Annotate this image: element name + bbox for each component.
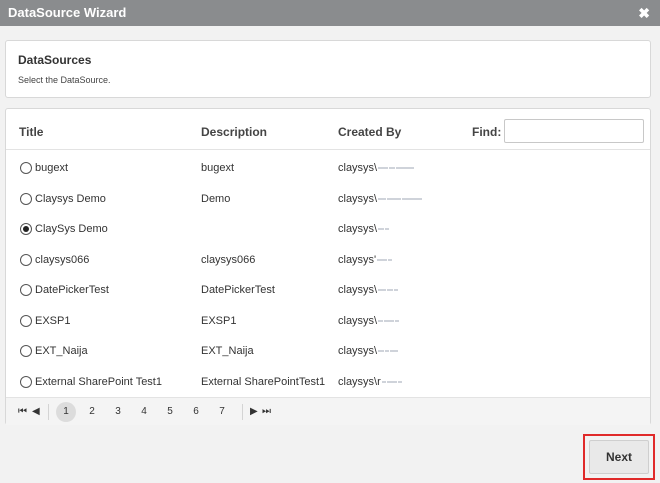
row-description: EXSP1 — [201, 314, 237, 327]
row-created-by: claysys\ — [338, 275, 399, 305]
table-row[interactable]: bugext bugext claysys\ — [6, 153, 650, 183]
row-description: claysys066 — [201, 253, 256, 266]
row-radio[interactable] — [20, 253, 32, 266]
row-created-by: claysys\ — [338, 184, 423, 214]
redaction-smear — [378, 167, 389, 170]
redaction-smear — [394, 289, 399, 292]
row-created-by-text: claysys\ — [338, 345, 378, 357]
page-number-button[interactable]: 4 — [134, 402, 154, 422]
page-number-button[interactable]: 3 — [108, 402, 128, 422]
section-subtitle: Select the DataSource. — [18, 75, 111, 85]
pager-divider — [48, 404, 49, 420]
row-created-by-text: claysys\ — [338, 223, 378, 235]
close-icon[interactable]: ✖ — [638, 0, 650, 26]
redaction-smear — [381, 380, 386, 383]
row-title: DatePickerTest — [35, 284, 109, 296]
row-title: bugext — [35, 162, 69, 174]
redaction-smear — [395, 319, 400, 322]
redaction-smear — [390, 350, 399, 353]
row-title: claysys066 — [35, 253, 90, 266]
row-radio[interactable] — [20, 345, 32, 357]
row-radio[interactable] — [20, 223, 32, 235]
column-header-title[interactable]: Title — [19, 125, 43, 139]
next-button[interactable]: Next — [589, 440, 649, 474]
row-created-by-text: claysys\ — [338, 162, 378, 174]
redaction-smear — [387, 197, 402, 200]
column-header-description[interactable]: Description — [201, 125, 267, 139]
datasource-grid: Title Description Created By Find: bugex… — [5, 108, 651, 425]
redaction-smear — [386, 380, 397, 383]
row-created-by: claysys\ — [338, 153, 415, 183]
row-radio[interactable] — [20, 192, 32, 205]
redaction-smear — [396, 167, 415, 170]
row-description: bugext — [201, 162, 235, 174]
row-created-by-text: claysys\ — [338, 192, 378, 205]
next-page-icon[interactable]: ▶ — [250, 398, 258, 426]
table-row[interactable]: EXSP1 EXSP1 claysys\ — [6, 306, 650, 336]
row-radio[interactable] — [20, 375, 32, 388]
row-created-by: claysys\ — [338, 214, 390, 244]
row-created-by: claysys\ — [338, 336, 399, 366]
row-description: External SharePointTest1 — [201, 375, 326, 388]
header-divider — [6, 149, 650, 150]
header-panel: DataSources Select the DataSource. — [5, 40, 651, 98]
row-created-by-text: claysys' — [338, 253, 377, 266]
row-created-by: claysys\r — [338, 367, 402, 397]
redaction-smear — [402, 197, 423, 200]
redaction-smear — [385, 228, 390, 231]
next-highlight: Next — [583, 434, 655, 480]
row-radio[interactable] — [20, 314, 32, 327]
redaction-smear — [378, 319, 384, 322]
row-created-by: claysys\ — [338, 306, 400, 336]
page-number-button[interactable]: 2 — [82, 402, 102, 422]
table-row[interactable]: DatePickerTest DatePickerTest claysys\ — [6, 275, 650, 305]
pager: ⏮ ◀ 1234567 ▶ ⏭ — [6, 397, 650, 425]
column-header-created-by[interactable]: Created By — [338, 125, 401, 139]
row-title: External SharePoint Test1 — [35, 375, 162, 388]
find-label: Find: — [472, 125, 502, 139]
dialog-titlebar: DataSource Wizard ✖ — [0, 0, 660, 26]
pager-divider — [242, 404, 243, 420]
row-title: EXSP1 — [35, 314, 71, 327]
prev-page-icon[interactable]: ◀ — [32, 398, 40, 426]
row-radio[interactable] — [20, 162, 32, 174]
row-title: Claysys Demo — [35, 192, 106, 205]
row-radio[interactable] — [20, 284, 32, 296]
redaction-smear — [389, 167, 396, 170]
table-row[interactable]: claysys066 claysys066 claysys' — [6, 245, 650, 275]
redaction-smear — [377, 258, 388, 261]
redaction-smear — [384, 319, 395, 322]
redaction-smear — [378, 228, 385, 231]
row-description: EXT_Naija — [201, 345, 254, 357]
row-created-by-text: claysys\ — [338, 314, 378, 327]
first-page-icon[interactable]: ⏮ — [18, 398, 27, 426]
row-description: DatePickerTest — [201, 284, 275, 296]
redaction-smear — [397, 380, 402, 383]
page-number-button[interactable]: 1 — [56, 402, 76, 422]
row-created-by-text: claysys\ — [338, 284, 378, 296]
find-input[interactable] — [504, 119, 644, 143]
row-created-by: claysys' — [338, 245, 393, 275]
table-row[interactable]: EXT_Naija EXT_Naija claysys\ — [6, 336, 650, 366]
table-row[interactable]: External SharePoint Test1 External ShareP… — [6, 367, 650, 397]
redaction-smear — [385, 350, 390, 353]
redaction-smear — [387, 289, 394, 292]
last-page-icon[interactable]: ⏭ — [262, 398, 271, 426]
redaction-smear — [378, 350, 385, 353]
row-title: ClaySys Demo — [35, 223, 108, 235]
section-title: DataSources — [18, 53, 92, 67]
table-row[interactable]: ClaySys Demo claysys\ — [6, 214, 650, 244]
row-description: Demo — [201, 192, 231, 205]
dialog-title: DataSource Wizard — [8, 5, 127, 20]
row-created-by-text: claysys\r — [338, 375, 381, 388]
row-title: EXT_Naija — [35, 345, 88, 357]
page-number-button[interactable]: 5 — [160, 402, 180, 422]
redaction-smear — [388, 258, 393, 261]
page-number-button[interactable]: 7 — [212, 402, 232, 422]
table-row[interactable]: Claysys Demo Demo claysys\ — [6, 184, 650, 214]
redaction-smear — [378, 289, 387, 292]
redaction-smear — [378, 197, 387, 200]
page-number-button[interactable]: 6 — [186, 402, 206, 422]
